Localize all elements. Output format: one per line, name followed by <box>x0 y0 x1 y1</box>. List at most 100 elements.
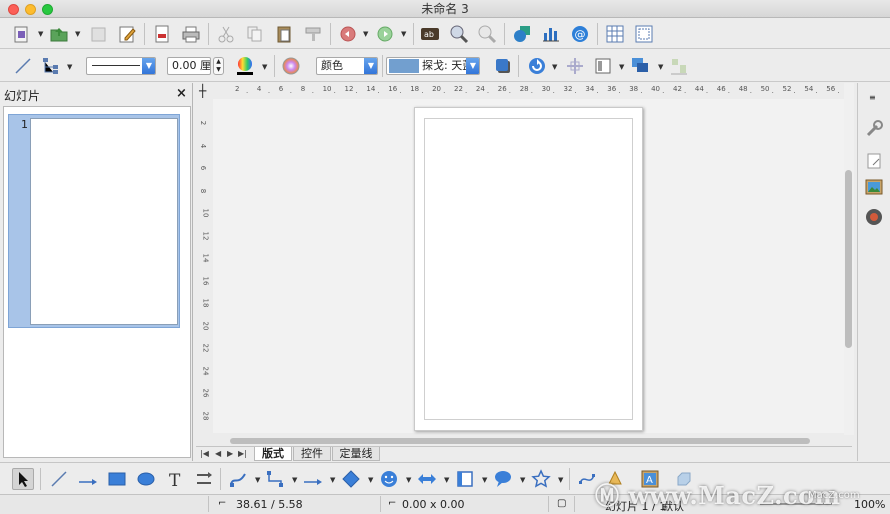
slides-pane-title: 幻灯片 <box>4 87 40 104</box>
grid-icon[interactable] <box>604 23 626 45</box>
callouts-icon[interactable] <box>492 468 514 490</box>
line-color-icon[interactable] <box>234 55 256 77</box>
gallery-icon[interactable] <box>864 177 884 200</box>
rotate-dropdown-icon[interactable]: ▼ <box>552 63 557 71</box>
symbol-shapes-icon[interactable] <box>378 468 400 490</box>
text-tool-icon[interactable]: T <box>164 468 186 490</box>
toolbar-separator <box>274 55 275 77</box>
tab-layout[interactable]: 版式 <box>254 447 292 461</box>
chevron-down-icon[interactable]: ▼ <box>364 58 377 74</box>
color-wheel-icon[interactable] <box>280 55 302 77</box>
slide-thumbnail[interactable] <box>30 118 178 325</box>
open-icon[interactable] <box>48 23 70 45</box>
next-tab-icon[interactable]: ▶ <box>227 449 233 458</box>
block-arrows-icon[interactable] <box>416 468 438 490</box>
chart-icon[interactable] <box>540 23 562 45</box>
edit-file-icon[interactable] <box>116 23 138 45</box>
ruler-tick-mark: · <box>289 89 293 97</box>
align-icon[interactable] <box>668 55 690 77</box>
symbol-shapes-dropdown-icon[interactable]: ▼ <box>406 476 411 484</box>
first-tab-icon[interactable]: |◀ <box>200 449 209 458</box>
ruler-tick-label: 2 <box>235 85 240 93</box>
vertical-ruler[interactable]: 2 4 6 8 10 12 14 16 18 20 22 24 26 28 <box>197 99 213 435</box>
slide-icon[interactable] <box>633 23 655 45</box>
curve-tool-icon[interactable] <box>227 468 249 490</box>
line-width-field[interactable]: 0.00 厘米 <box>167 57 211 75</box>
styles-icon[interactable] <box>864 151 884 174</box>
document-modified-icon[interactable]: ▢ <box>557 498 566 509</box>
chevron-down-icon[interactable]: ▼ <box>142 58 155 74</box>
callouts-dropdown-icon[interactable]: ▼ <box>520 476 525 484</box>
zoom-window-button[interactable] <box>42 4 53 15</box>
block-arrows-dropdown-icon[interactable]: ▼ <box>444 476 449 484</box>
cut-icon[interactable] <box>215 23 237 45</box>
tab-dimension-lines[interactable]: 定量线 <box>332 447 380 461</box>
save-icon[interactable] <box>87 23 109 45</box>
transform-icon[interactable] <box>564 55 586 77</box>
bring-front-dropdown-icon[interactable]: ▼ <box>619 63 624 71</box>
vertical-scroll-thumb[interactable] <box>845 170 852 348</box>
close-window-button[interactable] <box>8 4 19 15</box>
basic-shapes-icon[interactable] <box>340 468 362 490</box>
open-dropdown-icon[interactable]: ▼ <box>75 30 80 38</box>
prev-tab-icon[interactable]: ◀ <box>215 449 221 458</box>
line-icon[interactable] <box>12 55 34 77</box>
chevron-down-icon[interactable]: ▼ <box>466 58 479 74</box>
properties-icon[interactable] <box>864 119 884 142</box>
flowchart-dropdown-icon[interactable]: ▼ <box>482 476 487 484</box>
horizontal-scroll-thumb[interactable] <box>230 438 810 444</box>
minimize-window-button[interactable] <box>25 4 36 15</box>
redo-dropdown-icon[interactable]: ▼ <box>401 30 406 38</box>
arrow-style-dropdown-icon[interactable]: ▼ <box>67 63 72 71</box>
area-style-select[interactable]: 颜色 ▼ <box>316 57 378 75</box>
rotate-icon[interactable] <box>526 55 548 77</box>
ruler-corner[interactable]: ┼ <box>199 84 206 98</box>
lines-arrows-dropdown-icon[interactable]: ▼ <box>330 476 335 484</box>
flowchart-icon[interactable] <box>454 468 476 490</box>
ruler-tick-mark: · <box>749 89 752 97</box>
arrange-dropdown-icon[interactable]: ▼ <box>658 63 663 71</box>
pdf-icon[interactable] <box>151 23 173 45</box>
curve-dropdown-icon[interactable]: ▼ <box>255 476 260 484</box>
last-tab-icon[interactable]: ▶| <box>238 449 247 458</box>
stars-dropdown-icon[interactable]: ▼ <box>558 476 563 484</box>
arrow-tool-icon[interactable] <box>77 468 99 490</box>
area-fill-select[interactable]: 探戈: 天蓝 ▼ <box>386 57 480 75</box>
bring-front-icon[interactable] <box>592 55 614 77</box>
select-icon[interactable] <box>12 468 34 490</box>
line-color-dropdown-icon[interactable]: ▼ <box>262 63 267 71</box>
lines-arrows-icon[interactable] <box>302 468 324 490</box>
hyperlink-icon[interactable]: @ <box>569 23 591 45</box>
redo-icon[interactable] <box>374 23 396 45</box>
line-width-stepper[interactable]: ▲ ▼ <box>213 57 224 75</box>
line-style-select[interactable]: ▼ <box>86 57 156 75</box>
spellcheck-icon[interactable]: ab <box>419 23 441 45</box>
connector-tool-icon[interactable] <box>193 468 215 490</box>
line-tool-icon[interactable] <box>48 468 70 490</box>
new-dropdown-icon[interactable]: ▼ <box>38 30 43 38</box>
undo-dropdown-icon[interactable]: ▼ <box>363 30 368 38</box>
close-icon[interactable]: × <box>176 86 187 101</box>
copy-icon[interactable] <box>244 23 266 45</box>
rect-tool-icon[interactable] <box>106 468 128 490</box>
zoom-pan-icon[interactable] <box>476 23 498 45</box>
basic-shapes-dropdown-icon[interactable]: ▼ <box>368 476 373 484</box>
print-icon[interactable] <box>180 23 202 45</box>
connector-dropdown-icon[interactable]: ▼ <box>292 476 297 484</box>
clone-format-icon[interactable] <box>302 23 324 45</box>
paste-icon[interactable] <box>273 23 295 45</box>
new-icon[interactable] <box>10 23 32 45</box>
tab-controls[interactable]: 控件 <box>293 447 331 461</box>
insert-shape-icon[interactable] <box>511 23 533 45</box>
stars-icon[interactable] <box>530 468 552 490</box>
undo-icon[interactable] <box>337 23 359 45</box>
ellipse-tool-icon[interactable] <box>135 468 157 490</box>
shadow-icon[interactable] <box>492 55 514 77</box>
zoom-icon[interactable] <box>448 23 470 45</box>
horizontal-ruler[interactable]: 2 · 4 · 6 · 8 · 10 · 12 · 14 · 16 · 18 · 20 · 22 · 24 · 26 · 28 · 30… <box>213 83 844 99</box>
sidebar-menu-icon[interactable]: ≡ <box>869 93 876 102</box>
connector-lines-icon[interactable] <box>264 468 286 490</box>
arrow-style-icon[interactable] <box>40 55 62 77</box>
arrange-icon[interactable] <box>630 55 652 77</box>
navigator-icon[interactable] <box>864 207 884 230</box>
